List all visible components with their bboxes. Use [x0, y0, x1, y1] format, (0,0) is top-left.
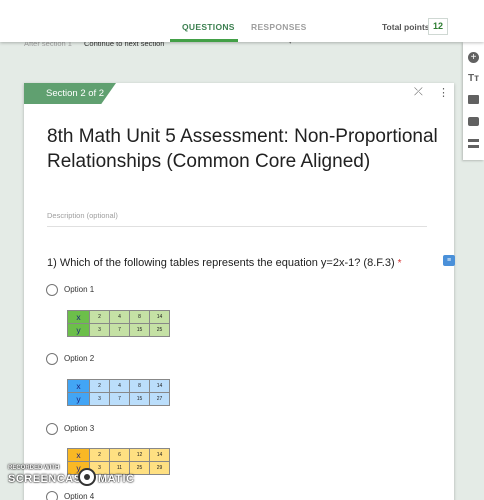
table-cell: 14: [149, 379, 170, 393]
radio-button[interactable]: [46, 353, 58, 365]
option-label[interactable]: Option 4: [64, 492, 94, 500]
table-header-x: x: [67, 310, 90, 324]
option-label[interactable]: Option 2: [64, 354, 94, 363]
table-header-x: x: [67, 379, 90, 393]
radio-button[interactable]: [46, 423, 58, 435]
table-cell: 14: [149, 310, 170, 324]
required-mark: *: [397, 258, 402, 269]
table-cell: 2: [89, 448, 110, 462]
table-cell: 2: [89, 379, 110, 393]
table-cell: 29: [149, 461, 170, 475]
table-cell: 27: [149, 392, 170, 406]
section-card: Section 2 of 2 ⤫ ⋮ 8th Math Unit 5 Asses…: [24, 83, 455, 500]
section-description-field[interactable]: Description (optional): [47, 211, 118, 220]
radio-button[interactable]: [46, 491, 58, 500]
table-cell: 25: [149, 323, 170, 337]
top-toolbar: QUESTIONS RESPONSES Total points: 12: [0, 0, 484, 42]
active-tab-indicator: [170, 39, 238, 42]
section-badge: Section 2 of 2: [24, 83, 116, 104]
more-vert-icon[interactable]: ⋮: [438, 86, 449, 99]
table-header-y: y: [67, 392, 90, 406]
description-underline: [47, 226, 427, 227]
table-cell: 6: [109, 448, 130, 462]
table-cell: 7: [109, 323, 130, 337]
watermark-brand-left: SCREENCAST: [8, 473, 89, 485]
question-text-label: 1) Which of the following tables represe…: [47, 257, 395, 269]
section-badge-label: Section 2 of 2: [46, 88, 105, 99]
table-cell: 8: [129, 310, 150, 324]
option-label[interactable]: Option 1: [64, 285, 94, 294]
add-video-icon[interactable]: [468, 117, 479, 126]
table-cell: 15: [129, 323, 150, 337]
table-cell: 8: [129, 379, 150, 393]
table-cell: 12: [129, 448, 150, 462]
section-title[interactable]: 8th Math Unit 5 Assessment: Non-Proporti…: [47, 124, 447, 174]
add-question-icon[interactable]: +: [468, 52, 479, 63]
add-section-icon[interactable]: [468, 139, 479, 148]
table-cell: 4: [109, 379, 130, 393]
add-image-icon[interactable]: [468, 95, 479, 104]
total-points-input[interactable]: 12: [428, 18, 448, 35]
question-text[interactable]: 1) Which of the following tables represe…: [47, 257, 402, 269]
option-2-table: x 2 4 8 14 y 3 7 15 27: [67, 379, 170, 406]
table-cell: 15: [129, 392, 150, 406]
collapse-icon[interactable]: ⤫: [414, 86, 423, 99]
radio-button[interactable]: [46, 284, 58, 296]
table-header-x: x: [67, 448, 90, 462]
watermark-logo-icon: [78, 468, 96, 486]
table-cell: 3: [89, 323, 110, 337]
option-1-table: x 2 4 8 14 y 3 7 15 25: [67, 310, 170, 337]
table-cell: 7: [109, 392, 130, 406]
option-label[interactable]: Option 3: [64, 424, 94, 433]
watermark-recorded-with: RECORDED WITH: [8, 465, 60, 471]
total-points-label: Total points:: [382, 22, 433, 32]
table-cell: 14: [149, 448, 170, 462]
table-cell: 2: [89, 310, 110, 324]
tab-questions[interactable]: QUESTIONS: [182, 22, 235, 32]
tab-responses[interactable]: RESPONSES: [251, 22, 307, 32]
table-cell: 4: [109, 310, 130, 324]
side-toolbar: + Tт: [463, 42, 484, 160]
watermark-brand-right: MATIC: [98, 473, 135, 485]
question-type-icon[interactable]: ≡: [443, 255, 455, 266]
add-title-icon[interactable]: Tт: [468, 73, 479, 84]
table-cell: 3: [89, 392, 110, 406]
table-header-y: y: [67, 323, 90, 337]
